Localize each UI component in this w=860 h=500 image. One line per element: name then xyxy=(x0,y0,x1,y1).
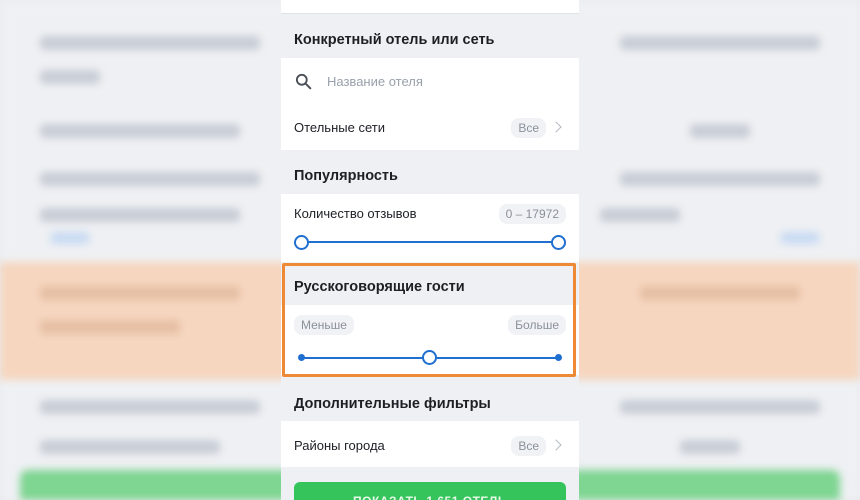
city-districts-label: Районы города xyxy=(294,438,385,453)
popularity-section-title: Популярность xyxy=(294,168,398,184)
reviews-count-label: Количество отзывов xyxy=(294,206,417,221)
popularity-block: Количество отзывов 0 – 17972 xyxy=(281,194,579,262)
hotel-section-title: Конкретный отель или сеть xyxy=(294,32,495,48)
reviews-slider-track[interactable] xyxy=(301,241,559,243)
search-icon xyxy=(295,73,312,90)
hotel-name-input[interactable] xyxy=(327,71,557,91)
hotel-search-row[interactable] xyxy=(281,58,579,104)
hotel-chains-value: Все xyxy=(511,118,546,138)
show-hotels-button[interactable]: ПОКАЗАТЬ 1 651 ОТЕЛЬ xyxy=(294,482,566,500)
reviews-count-range: 0 – 17972 xyxy=(498,204,566,224)
chevron-right-icon xyxy=(550,121,562,133)
hotel-chains-label: Отельные сети xyxy=(294,120,385,135)
reviews-slider-min-handle[interactable] xyxy=(294,235,309,250)
previous-card xyxy=(281,0,579,14)
chevron-right-icon xyxy=(550,439,562,451)
hotel-chains-row[interactable]: Отельные сети Все xyxy=(281,104,579,150)
filters-panel: Конкретный отель или сеть Отельные сети … xyxy=(281,0,579,500)
city-districts-row[interactable]: Районы города Все xyxy=(281,421,579,467)
city-districts-value: Все xyxy=(511,436,546,456)
additional-filters-title: Дополнительные фильтры xyxy=(294,396,491,412)
reviews-slider-max-handle[interactable] xyxy=(551,235,566,250)
highlight-frame xyxy=(282,263,576,377)
